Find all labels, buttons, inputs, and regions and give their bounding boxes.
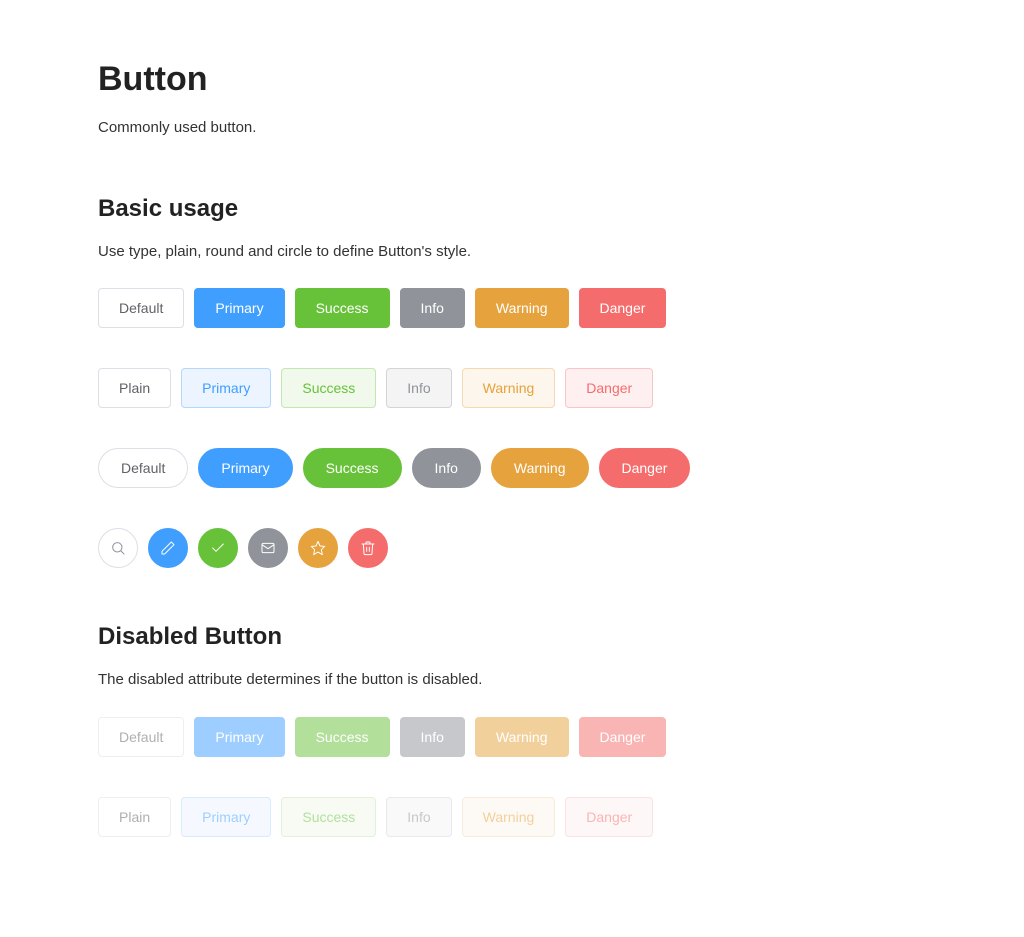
disabled-danger-button: Danger bbox=[579, 717, 667, 757]
search-icon bbox=[110, 540, 126, 556]
check-icon bbox=[210, 540, 226, 556]
page-intro: Commonly used button. bbox=[98, 117, 900, 140]
default-button[interactable]: Default bbox=[98, 288, 184, 328]
basic-row-plain: Plain Primary Success Info Warning Dange… bbox=[98, 368, 900, 408]
section-basic-heading: Basic usage bbox=[98, 195, 900, 223]
plain-primary-button[interactable]: Primary bbox=[181, 368, 271, 408]
info-button[interactable]: Info bbox=[400, 288, 465, 328]
disabled-row-plain: Plain Primary Success Info Warning Dange… bbox=[98, 797, 900, 837]
disabled-success-button: Success bbox=[295, 717, 390, 757]
basic-row-circle bbox=[98, 528, 900, 568]
plain-warning-button[interactable]: Warning bbox=[462, 368, 556, 408]
danger-button[interactable]: Danger bbox=[579, 288, 667, 328]
round-success-button[interactable]: Success bbox=[303, 448, 402, 488]
disabled-plain-button: Plain bbox=[98, 797, 171, 837]
disabled-plain-primary-button: Primary bbox=[181, 797, 271, 837]
section-basic-desc: Use type, plain, round and circle to def… bbox=[98, 241, 900, 264]
circle-search-button[interactable] bbox=[98, 528, 138, 568]
disabled-row-solid: Default Primary Success Info Warning Dan… bbox=[98, 717, 900, 757]
disabled-plain-warning-button: Warning bbox=[462, 797, 556, 837]
section-disabled-desc: The disabled attribute determines if the… bbox=[98, 669, 900, 692]
round-danger-button[interactable]: Danger bbox=[599, 448, 691, 488]
circle-delete-button[interactable] bbox=[348, 528, 388, 568]
page-title: Button bbox=[98, 60, 900, 99]
round-info-button[interactable]: Info bbox=[412, 448, 481, 488]
disabled-plain-success-button: Success bbox=[281, 797, 376, 837]
round-default-button[interactable]: Default bbox=[98, 448, 188, 488]
edit-icon bbox=[160, 540, 176, 556]
circle-star-button[interactable] bbox=[298, 528, 338, 568]
circle-edit-button[interactable] bbox=[148, 528, 188, 568]
disabled-primary-button: Primary bbox=[194, 717, 284, 757]
section-disabled-heading: Disabled Button bbox=[98, 623, 900, 651]
disabled-warning-button: Warning bbox=[475, 717, 569, 757]
disabled-plain-info-button: Info bbox=[386, 797, 451, 837]
success-button[interactable]: Success bbox=[295, 288, 390, 328]
disabled-default-button: Default bbox=[98, 717, 184, 757]
basic-row-solid: Default Primary Success Info Warning Dan… bbox=[98, 288, 900, 328]
delete-icon bbox=[360, 540, 376, 556]
circle-check-button[interactable] bbox=[198, 528, 238, 568]
primary-button[interactable]: Primary bbox=[194, 288, 284, 328]
star-icon bbox=[310, 540, 326, 556]
basic-row-round: Default Primary Success Info Warning Dan… bbox=[98, 448, 900, 488]
round-warning-button[interactable]: Warning bbox=[491, 448, 589, 488]
plain-success-button[interactable]: Success bbox=[281, 368, 376, 408]
round-primary-button[interactable]: Primary bbox=[198, 448, 292, 488]
warning-button[interactable]: Warning bbox=[475, 288, 569, 328]
mail-icon bbox=[260, 540, 276, 556]
disabled-plain-danger-button: Danger bbox=[565, 797, 653, 837]
disabled-info-button: Info bbox=[400, 717, 465, 757]
circle-mail-button[interactable] bbox=[248, 528, 288, 568]
plain-button[interactable]: Plain bbox=[98, 368, 171, 408]
plain-info-button[interactable]: Info bbox=[386, 368, 451, 408]
plain-danger-button[interactable]: Danger bbox=[565, 368, 653, 408]
